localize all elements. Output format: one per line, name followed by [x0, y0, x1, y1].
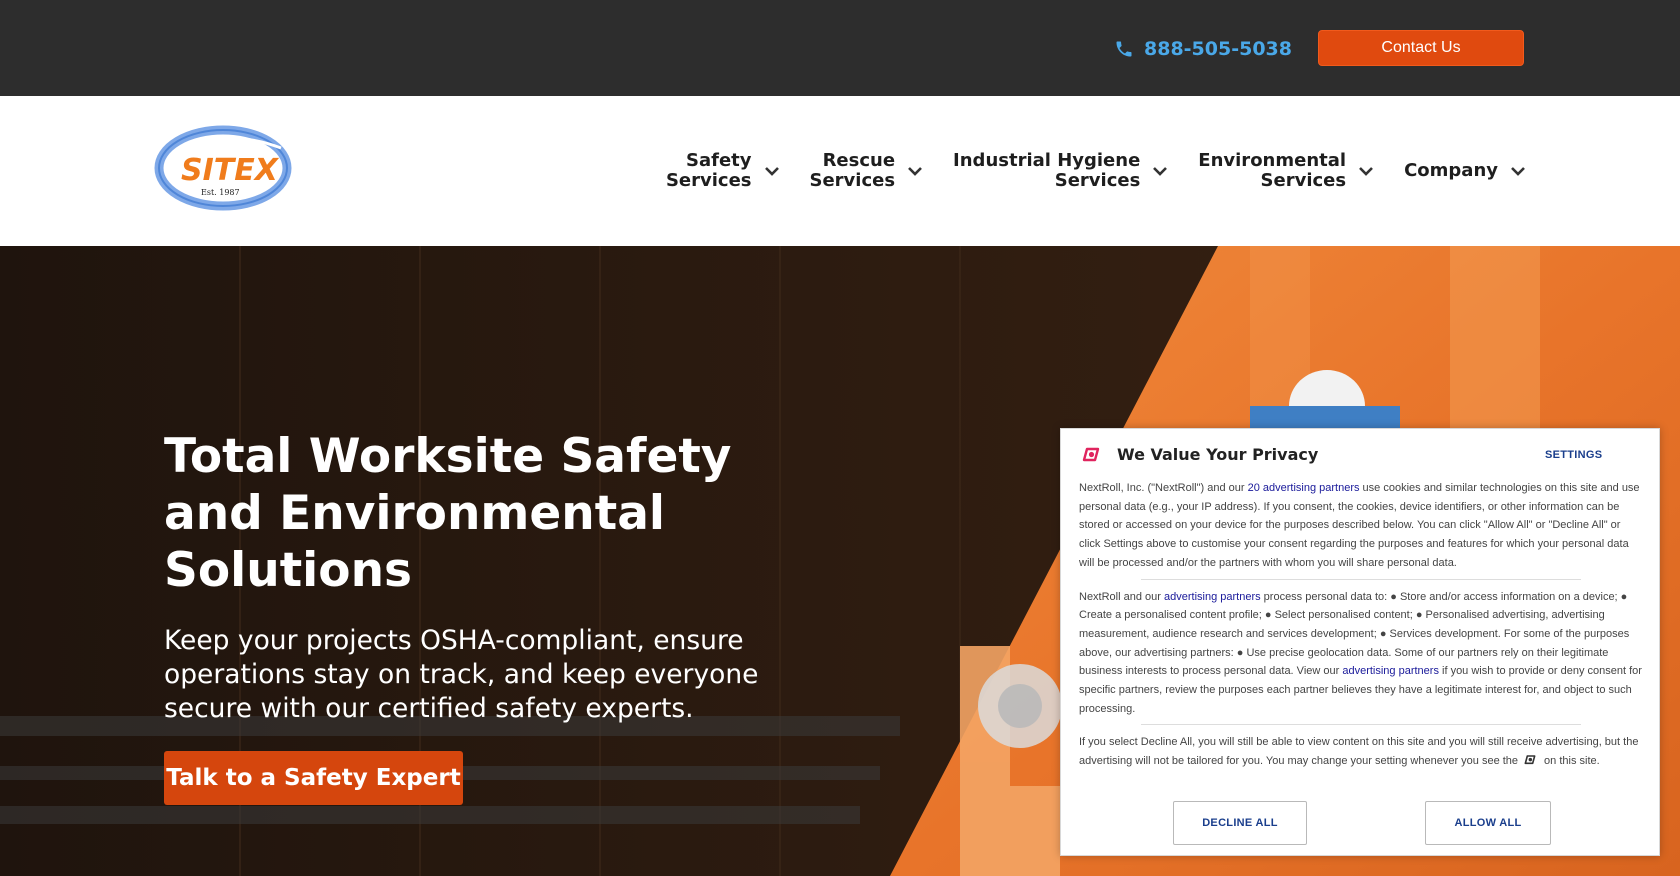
- nav-environmental-services[interactable]: Environmental Services: [1198, 151, 1374, 191]
- logo-est: Est. 1987: [201, 188, 240, 197]
- privacy-dialog-body: NextRoll, Inc. ("NextRoll") and our 20 a…: [1079, 479, 1643, 771]
- nextroll-icon: [1524, 755, 1536, 765]
- chevron-down-icon: [1359, 167, 1373, 176]
- chevron-down-icon: [1511, 167, 1525, 176]
- nav-industrial-hygiene-services[interactable]: Industrial Hygiene Services: [953, 151, 1168, 191]
- text: on this site.: [1544, 755, 1600, 768]
- nav-rescue-services[interactable]: Rescue Services: [810, 151, 924, 191]
- chevron-down-icon: [1153, 167, 1168, 176]
- chevron-down-icon: [908, 167, 922, 176]
- site-header: SITEX Est. 1987 Safety Services Rescue S…: [0, 96, 1680, 246]
- advertising-partners-count-link[interactable]: 20 advertising partners: [1248, 482, 1360, 494]
- phone-link[interactable]: 888-505-5038: [1114, 34, 1292, 64]
- nav-label: Environmental Services: [1198, 151, 1346, 191]
- nav-label-line2: Services: [1260, 170, 1347, 191]
- privacy-dialog-header: We Value Your Privacy: [1079, 445, 1318, 464]
- nav-label: Safety Services: [666, 151, 752, 191]
- logo-text: SITEX: [181, 153, 280, 188]
- decline-all-button[interactable]: DECLINE ALL: [1173, 801, 1307, 845]
- advertising-partners-link-2[interactable]: advertising partners: [1342, 665, 1439, 677]
- nextroll-icon: [1082, 447, 1100, 461]
- text: NextRoll, Inc. ("NextRoll") and our: [1079, 482, 1248, 494]
- nav-label-line1: Industrial Hygiene: [953, 150, 1141, 171]
- nav-label-line1: Safety: [686, 150, 752, 171]
- phone-number: 888-505-5038: [1144, 38, 1292, 60]
- privacy-paragraph-1: NextRoll, Inc. ("NextRoll") and our 20 a…: [1079, 479, 1643, 573]
- advertising-partners-link[interactable]: advertising partners: [1164, 591, 1261, 603]
- nav-label: Company: [1404, 161, 1498, 181]
- top-bar: 888-505-5038 Contact Us: [0, 0, 1680, 96]
- divider: [1141, 724, 1581, 726]
- allow-all-button[interactable]: ALLOW ALL: [1425, 801, 1551, 845]
- privacy-consent-dialog: We Value Your Privacy SETTINGS NextRoll,…: [1060, 428, 1660, 856]
- nav-label-line1: Rescue: [822, 150, 896, 171]
- nav-label-line2: Services: [809, 170, 896, 191]
- nav-company[interactable]: Company: [1404, 161, 1526, 181]
- nav-label-line2: Services: [1054, 170, 1141, 191]
- chevron-down-icon: [764, 167, 779, 176]
- nav-label-line1: Environmental: [1198, 150, 1347, 171]
- sitex-logo[interactable]: SITEX Est. 1987: [153, 124, 315, 214]
- contact-us-button[interactable]: Contact Us: [1318, 30, 1524, 66]
- nav-label: Industrial Hygiene Services: [953, 151, 1140, 191]
- talk-to-expert-button[interactable]: Talk to a Safety Expert: [164, 751, 463, 805]
- privacy-paragraph-2: NextRoll and our advertising partners pr…: [1079, 588, 1643, 719]
- text: NextRoll and our: [1079, 590, 1164, 603]
- phone-icon: [1116, 41, 1132, 57]
- privacy-dialog-title: We Value Your Privacy: [1117, 445, 1319, 464]
- nav-label-line2: Services: [665, 170, 752, 191]
- text: use cookies and similar technologies on …: [1079, 482, 1640, 569]
- hero-title: Total Worksite Safety and Environmental …: [164, 429, 732, 598]
- main-nav: Safety Services Rescue Services Industri…: [666, 96, 1526, 246]
- hero-subtitle: Keep your projects OSHA-compliant, ensur…: [164, 625, 759, 724]
- divider: [1141, 578, 1581, 580]
- privacy-settings-link[interactable]: SETTINGS: [1545, 449, 1602, 461]
- nav-label-line1: Company: [1404, 160, 1498, 181]
- nav-safety-services[interactable]: Safety Services: [666, 151, 780, 191]
- nav-label: Rescue Services: [810, 151, 896, 191]
- privacy-paragraph-3: If you select Decline All, you will stil…: [1079, 733, 1643, 770]
